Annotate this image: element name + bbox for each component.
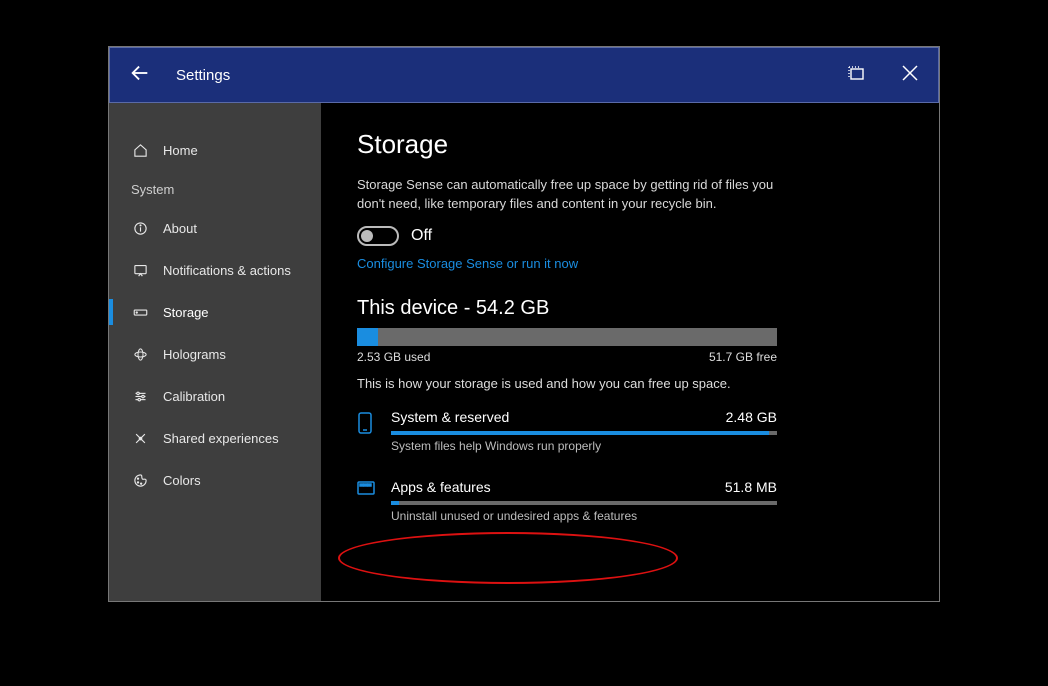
- window-tab-icon: [845, 64, 867, 87]
- sidebar-group-system: System: [109, 171, 321, 207]
- sidebar-item-label: Holograms: [163, 347, 226, 362]
- sidebar-item-label: Storage: [163, 305, 209, 320]
- sidebar-item-holograms[interactable]: Holograms: [109, 333, 321, 375]
- sidebar: Home System About Notifications & action…: [109, 103, 321, 601]
- category-bar: [391, 501, 777, 505]
- settings-window: Settings: [108, 46, 940, 602]
- sidebar-item-label: Home: [163, 143, 198, 158]
- window-title: Settings: [176, 67, 842, 84]
- category-title: Apps & features: [391, 479, 491, 495]
- sidebar-item-shared-experiences[interactable]: Shared experiences: [109, 417, 321, 459]
- back-button[interactable]: [124, 59, 156, 91]
- sidebar-item-storage[interactable]: Storage: [109, 291, 321, 333]
- sidebar-item-about[interactable]: About: [109, 207, 321, 249]
- category-size: 2.48 GB: [726, 409, 777, 425]
- toggle-knob: [361, 230, 373, 242]
- device-usage-bar: [357, 328, 777, 346]
- calibration-icon: [131, 389, 149, 404]
- close-icon: [901, 64, 919, 87]
- category-size: 51.8 MB: [725, 479, 777, 495]
- content-pane: Storage Storage Sense can automatically …: [321, 103, 939, 601]
- holograms-icon: [131, 347, 149, 362]
- sidebar-item-label: Colors: [163, 473, 201, 488]
- device-usage-fill: [357, 328, 378, 346]
- free-label: 51.7 GB free: [709, 350, 777, 364]
- category-subtitle: Uninstall unused or undesired apps & fea…: [391, 509, 777, 523]
- breakdown-intro: This is how your storage is used and how…: [357, 376, 903, 391]
- sidebar-item-calibration[interactable]: Calibration: [109, 375, 321, 417]
- sidebar-item-label: Shared experiences: [163, 431, 279, 446]
- configure-storage-sense-link[interactable]: Configure Storage Sense or run it now: [357, 256, 578, 271]
- sidebar-item-notifications[interactable]: Notifications & actions: [109, 249, 321, 291]
- page-title: Storage: [357, 129, 903, 160]
- close-button[interactable]: [896, 61, 924, 89]
- used-label: 2.53 GB used: [357, 350, 430, 364]
- window-tab-button[interactable]: [842, 61, 870, 89]
- category-subtitle: System files help Windows run properly: [391, 439, 777, 453]
- device-icon: [357, 409, 377, 440]
- toggle-label: Off: [411, 227, 432, 245]
- sidebar-item-label: Calibration: [163, 389, 225, 404]
- category-title: System & reserved: [391, 409, 509, 425]
- storage-icon: [131, 305, 149, 320]
- shared-icon: [131, 431, 149, 446]
- colors-icon: [131, 473, 149, 488]
- info-icon: [131, 221, 149, 236]
- storage-sense-toggle[interactable]: [357, 226, 399, 246]
- category-apps-features[interactable]: Apps & features 51.8 MB Uninstall unused…: [357, 479, 777, 531]
- apps-icon: [357, 479, 377, 500]
- sidebar-item-label: About: [163, 221, 197, 236]
- sidebar-item-home[interactable]: Home: [109, 129, 321, 171]
- category-system-reserved[interactable]: System & reserved 2.48 GB System files h…: [357, 409, 777, 461]
- back-arrow-icon: [129, 62, 151, 89]
- notifications-icon: [131, 263, 149, 278]
- category-bar: [391, 431, 777, 435]
- storage-sense-description: Storage Sense can automatically free up …: [357, 176, 787, 214]
- device-heading: This device - 54.2 GB: [357, 297, 903, 320]
- sidebar-item-colors[interactable]: Colors: [109, 459, 321, 501]
- sidebar-item-label: Notifications & actions: [163, 263, 291, 278]
- home-icon: [131, 143, 149, 158]
- titlebar: Settings: [109, 47, 939, 103]
